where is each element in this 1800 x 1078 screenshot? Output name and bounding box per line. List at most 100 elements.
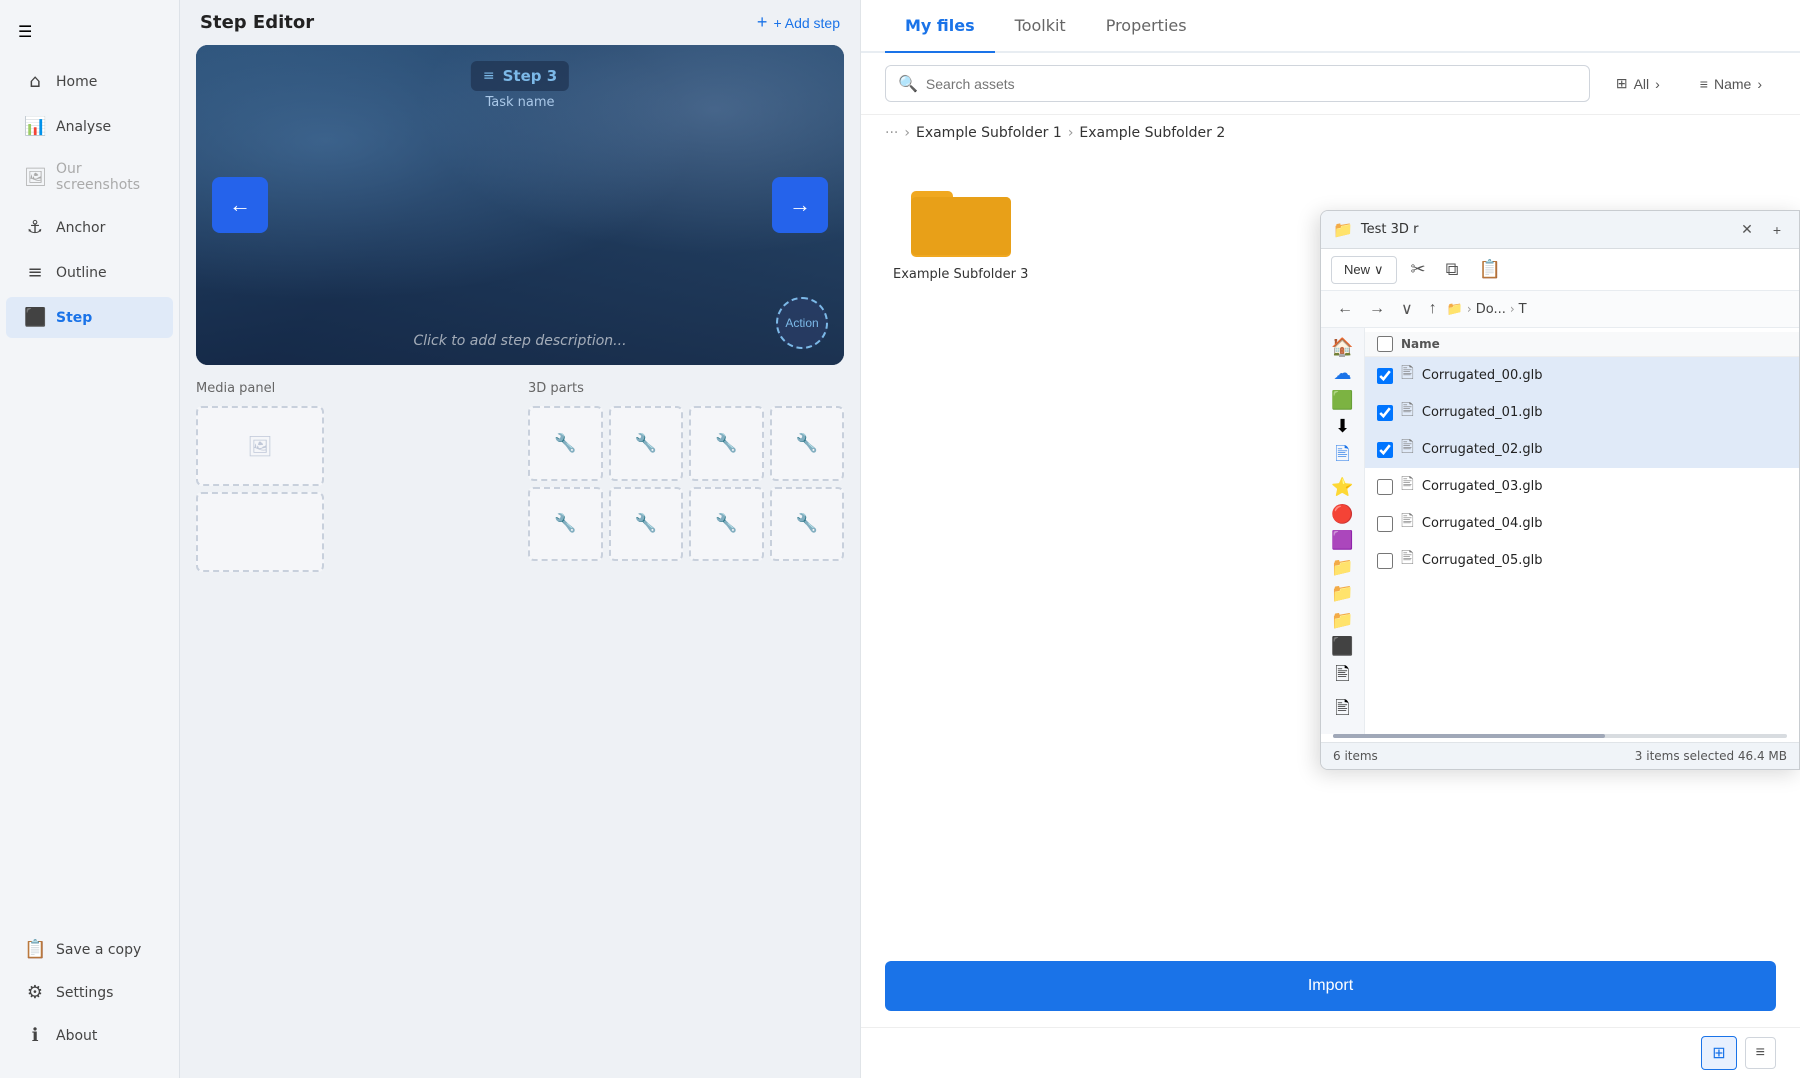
fe-file-item-3[interactable]: 🖹 Corrugated_03.glb — [1365, 468, 1799, 505]
fe-statusbar: 6 items 3 items selected 46.4 MB — [1321, 742, 1799, 769]
filter-button[interactable]: ⊞ All › — [1602, 67, 1674, 100]
fe-file-item-1[interactable]: 🖹 Corrugated_01.glb — [1365, 394, 1799, 431]
step-task: Task name — [471, 95, 569, 110]
search-icon: 🔍 — [898, 74, 918, 93]
fe-file-checkbox-1[interactable] — [1377, 405, 1393, 421]
hamburger-icon: ☰ — [18, 22, 32, 41]
view-toggle: ⊞ ≡ — [861, 1027, 1800, 1078]
fe-file-icon-0: 🖹 — [1401, 362, 1414, 389]
fe-sidebar-star[interactable]: ⭐ — [1327, 476, 1359, 499]
fe-close-button[interactable]: ✕ — [1735, 219, 1759, 240]
fe-sidebar-green[interactable]: 🟩 — [1327, 389, 1359, 412]
part-cell-1[interactable]: 🔧 — [528, 406, 603, 481]
breadcrumb-item-2[interactable]: Example Subfolder 2 — [1079, 125, 1225, 141]
fe-file-item-4[interactable]: 🖹 Corrugated_04.glb — [1365, 505, 1799, 542]
fe-back-button[interactable]: ← — [1331, 296, 1359, 322]
fe-select-all-checkbox[interactable] — [1377, 336, 1393, 352]
name-sort-button[interactable]: ≡ Name › — [1686, 68, 1776, 100]
import-button[interactable]: Import — [885, 961, 1776, 1011]
fe-file-item-5[interactable]: 🖹 Corrugated_05.glb — [1365, 542, 1799, 579]
part-cell-4[interactable]: 🔧 — [770, 406, 845, 481]
fe-file-item-2[interactable]: 🖹 Corrugated_02.glb — [1365, 431, 1799, 468]
sidebar-label-anchor: Anchor — [56, 220, 105, 236]
sidebar-item-save-copy[interactable]: 📋 Save a copy — [6, 929, 173, 970]
sidebar-item-screenshots: 🖼 Our screenshots — [6, 151, 173, 203]
fe-file-checkbox-2[interactable] — [1377, 442, 1393, 458]
fe-file-name-1: Corrugated_01.glb — [1422, 405, 1543, 420]
plus-icon: + — [757, 12, 768, 33]
fe-sidebar-red[interactable]: 🔴 — [1327, 503, 1359, 526]
fe-sidebar-file2[interactable]: 🖹 — [1327, 696, 1359, 726]
part-cell-2[interactable]: 🔧 — [609, 406, 684, 481]
step-card: ≡ Step 3 Task name ← → Click to add step… — [196, 45, 844, 365]
fe-nav-path-item-2: T — [1519, 302, 1527, 317]
fe-sidebar-cloud[interactable]: ☁ — [1327, 363, 1359, 386]
fe-copy-button[interactable]: ⧉ — [1440, 255, 1465, 284]
sidebar-item-anchor[interactable]: ⚓ Anchor — [6, 207, 173, 248]
add-step-label: + Add step — [773, 15, 840, 31]
fe-file-item-0[interactable]: 🖹 Corrugated_00.glb — [1365, 357, 1799, 394]
fe-file-checkbox-3[interactable] — [1377, 479, 1393, 495]
fe-sidebar-purple[interactable]: 🟪 — [1327, 529, 1359, 552]
sidebar-item-outline[interactable]: ≡ Outline — [6, 252, 173, 293]
list-view-button[interactable]: ≡ — [1745, 1037, 1776, 1069]
sidebar-item-step[interactable]: ⬛ Step — [6, 297, 173, 338]
name-sort-chevron: › — [1757, 76, 1762, 92]
breadcrumb-dots[interactable]: ··· — [885, 125, 898, 141]
fe-sidebar-folder3[interactable]: 📁 — [1327, 609, 1359, 632]
fe-paste-button[interactable]: 📋 — [1472, 255, 1506, 284]
fe-nav: ← → ∨ ↑ 📁 › Do... › T — [1321, 291, 1799, 328]
fe-file-checkbox-5[interactable] — [1377, 553, 1393, 569]
action-button[interactable]: Action — [776, 297, 828, 349]
fe-cut-button[interactable]: ✂ — [1405, 255, 1432, 284]
part-cell-8[interactable]: 🔧 — [770, 487, 845, 562]
folder-name: Example Subfolder 3 — [893, 267, 1028, 282]
fe-sidebar-main: 🏠 ☁ 🟩 ⬇ 🖹 ⭐ 🔴 🟪 📁 📁 📁 ⬛ 🖹 🖹 — [1321, 328, 1799, 734]
search-input[interactable] — [926, 76, 1577, 92]
tab-my-files[interactable]: My files — [885, 0, 995, 53]
fe-add-tab-button[interactable]: + — [1767, 220, 1787, 240]
sidebar-item-home[interactable]: ⌂ Home — [6, 61, 173, 102]
fe-sidebar-folder2[interactable]: 📁 — [1327, 582, 1359, 605]
fe-dropdown-button[interactable]: ∨ — [1395, 295, 1419, 323]
fe-sidebar-folder1[interactable]: 📁 — [1327, 556, 1359, 579]
step-description[interactable]: Click to add step description... — [413, 333, 626, 349]
sidebar-item-about[interactable]: ℹ About — [6, 1015, 173, 1056]
fe-new-button[interactable]: New ∨ — [1331, 256, 1397, 284]
fe-nav-path-item-1: Do... — [1476, 302, 1506, 317]
part-cell-5[interactable]: 🔧 — [528, 487, 603, 562]
folder-item[interactable]: Example Subfolder 3 — [885, 171, 1036, 290]
step-name: Step 3 — [503, 67, 558, 85]
media-cell-1[interactable]: 🖼 — [196, 406, 324, 486]
prev-step-button[interactable]: ← — [212, 177, 268, 233]
breadcrumb-item-1[interactable]: Example Subfolder 1 — [916, 125, 1062, 141]
add-step-button[interactable]: + + Add step — [757, 12, 840, 33]
fe-sidebar-download[interactable]: ⬇ — [1327, 416, 1359, 439]
fe-sidebar-home[interactable]: 🏠 — [1327, 336, 1359, 359]
fe-scrollbar[interactable] — [1333, 734, 1787, 738]
part-cell-7[interactable]: 🔧 — [689, 487, 764, 562]
fe-up-button[interactable]: ↑ — [1423, 296, 1443, 322]
fe-file-icon-2: 🖹 — [1401, 436, 1414, 463]
tab-toolkit[interactable]: Toolkit — [995, 0, 1086, 53]
sidebar-item-settings[interactable]: ⚙ Settings — [6, 972, 173, 1013]
tab-properties[interactable]: Properties — [1086, 0, 1207, 53]
step-editor-panel: Step Editor + + Add step ≡ Step 3 Task n… — [180, 0, 860, 1078]
part-cell-6[interactable]: 🔧 — [609, 487, 684, 562]
fe-sidebar-block[interactable]: ⬛ — [1327, 635, 1359, 658]
next-step-button[interactable]: → — [772, 177, 828, 233]
fe-forward-button[interactable]: → — [1363, 296, 1391, 322]
fe-file-checkbox-0[interactable] — [1377, 368, 1393, 384]
grid-view-button[interactable]: ⊞ — [1701, 1036, 1736, 1070]
main-area: Step Editor + + Add step ≡ Step 3 Task n… — [180, 0, 1800, 1078]
part-cell-3[interactable]: 🔧 — [689, 406, 764, 481]
fe-sidebar-file1[interactable]: 🖹 — [1327, 662, 1359, 692]
step-nav: ← → — [196, 177, 844, 233]
sidebar-item-analyse[interactable]: 📊 Analyse — [6, 106, 173, 147]
fe-file-checkbox-4[interactable] — [1377, 516, 1393, 532]
menu-icon[interactable]: ☰ — [0, 12, 179, 51]
fe-sidebar-docs[interactable]: 🖹 — [1327, 442, 1359, 472]
step-badge: ≡ Step 3 — [471, 61, 569, 91]
media-cell-2[interactable] — [196, 492, 324, 572]
analyse-icon: 📊 — [24, 116, 46, 137]
